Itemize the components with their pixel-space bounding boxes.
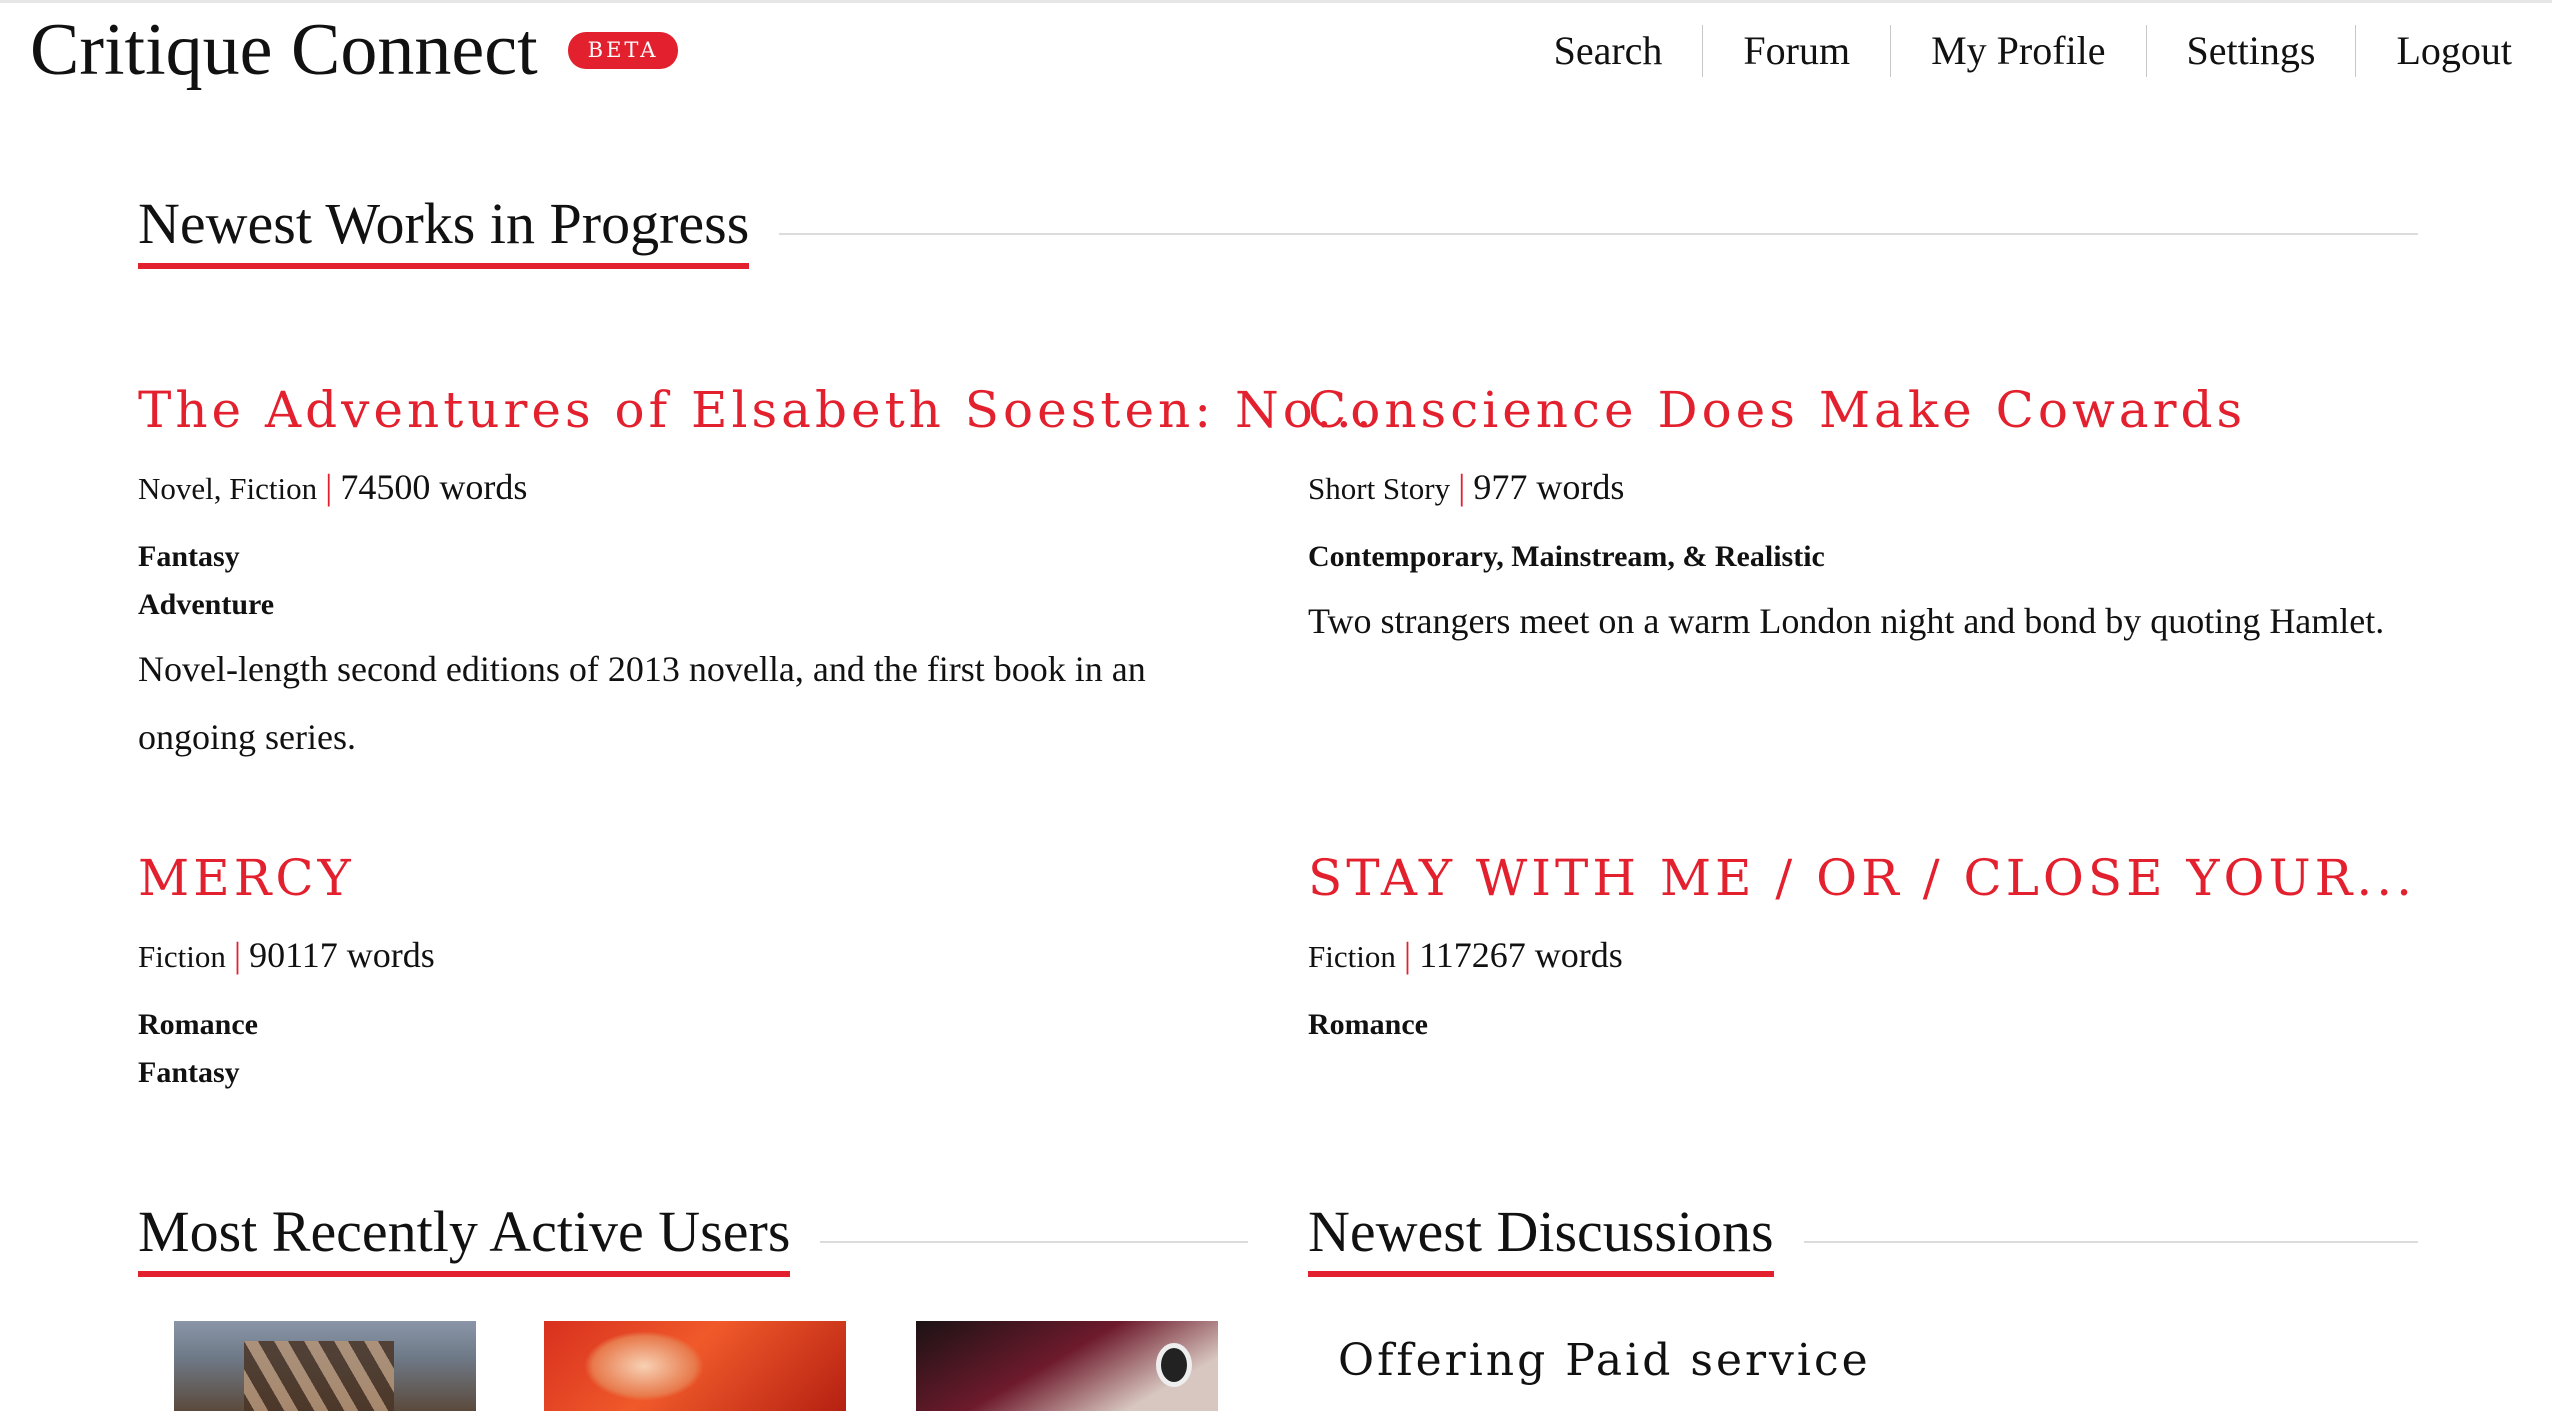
work-meta: Fiction | 90117 words [138,937,1258,973]
user-avatar[interactable] [174,1321,476,1411]
work-title-link[interactable]: The Adventures of Elsabeth Soesten: No..… [138,385,1372,435]
works-section-title: Newest Works in Progress [138,195,750,269]
discussions-section-title: Newest Discussions [1308,1203,1774,1277]
work-card: The Adventures of Elsabeth Soesten: No..… [138,385,1372,771]
main-nav: Search Forum My Profile Settings Logout [1514,25,2512,77]
work-word-count: 74500 words [340,467,528,507]
meta-separator: | [1403,935,1412,975]
work-type: Fiction [138,939,226,974]
work-card: STAY WITH ME / OR / CLOSE YOUR... Fictio… [1308,853,2428,1049]
beta-badge: BETA [567,31,679,69]
nav-forum-link[interactable]: Forum [1702,25,1890,77]
meta-separator: | [1458,467,1466,507]
work-type: Fiction [1308,939,1396,974]
nav-settings-link[interactable]: Settings [2145,25,2356,77]
works-section-header: Newest Works in Progress [138,195,2418,269]
nav-my-profile-link[interactable]: My Profile [1890,25,2145,77]
section-divider [820,1241,1248,1243]
discussions-section-header: Newest Discussions [1308,1203,2418,1277]
work-meta: Short Story | 977 words [1308,469,2428,505]
nav-search-link[interactable]: Search [1514,25,1703,77]
work-genre: Romance [1308,1008,1428,1041]
site-title[interactable]: Critique Connect [30,13,538,87]
work-meta: Novel, Fiction | 74500 words [138,469,1258,505]
work-title-link[interactable]: Conscience Does Make Cowards [1308,385,2428,435]
work-genre: Fantasy [138,540,240,573]
meta-separator: | [233,935,242,975]
work-word-count: 90117 words [249,935,435,975]
discussion-title-link[interactable]: Offering Paid service [1338,1339,1871,1383]
work-genre: Adventure [138,588,275,621]
work-title-link[interactable]: MERCY [138,853,1258,903]
brand[interactable]: Critique Connect BETA [30,13,679,87]
work-type: Short Story [1308,471,1451,506]
work-description: Novel-length second editions of 2013 nov… [138,649,1146,757]
section-divider [779,233,2418,235]
work-genre: Fantasy [138,1056,240,1089]
work-title-link[interactable]: STAY WITH ME / OR / CLOSE YOUR... [1308,853,2428,903]
work-description: Two strangers meet on a warm London nigh… [1308,601,2385,641]
work-genre: Romance [138,1008,258,1041]
work-word-count: 977 words [1473,467,1625,507]
work-type: Novel, Fiction [138,471,318,506]
users-section-title: Most Recently Active Users [138,1203,791,1277]
work-genre: Contemporary, Mainstream, & Realistic [1308,540,1825,573]
user-avatar[interactable] [544,1321,846,1411]
work-card: Conscience Does Make Cowards Short Story… [1308,385,2428,655]
users-section-header: Most Recently Active Users [138,1203,1248,1277]
nav-logout-link[interactable]: Logout [2355,25,2512,77]
section-divider [1803,1241,2418,1243]
work-meta: Fiction | 117267 words [1308,937,2428,973]
work-card: MERCY Fiction | 90117 words Romance Fantas… [138,853,1258,1097]
user-avatar[interactable] [916,1321,1218,1411]
meta-separator: | [325,467,333,507]
work-word-count: 117267 words [1419,935,1623,975]
